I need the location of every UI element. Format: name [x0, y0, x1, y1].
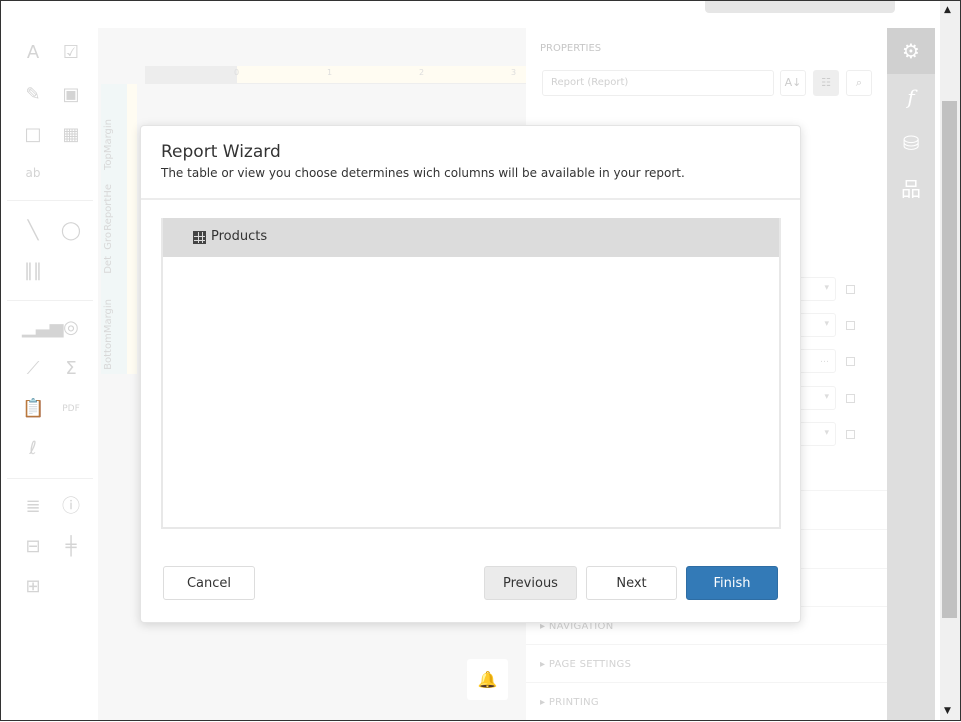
list-item[interactable]: Products: [163, 218, 779, 257]
property-checkbox[interactable]: [846, 357, 855, 366]
ruler-tick: 0: [234, 68, 240, 77]
crossband-box-tool-icon[interactable]: ⊞: [22, 576, 44, 598]
toolbox: A ☑ ✎ ▣ □ ▦ ab ╲ ◯ ‖‖ ▁▃▅ ◎ ⟋ Σ 📋 PDF ℓ …: [1, 28, 98, 720]
picture-tool-icon[interactable]: ▣: [60, 84, 82, 106]
report-wizard-dialog: Report Wizard The table or view you choo…: [140, 125, 801, 623]
report-explorer-icon[interactable]: 品: [887, 166, 935, 212]
chart-tool-icon[interactable]: ▁▃▅: [22, 317, 64, 339]
sort-alpha-icon[interactable]: A↓: [780, 70, 806, 96]
vertical-scrollbar[interactable]: ▲ ▼: [940, 1, 960, 720]
categorized-icon[interactable]: ☷: [813, 70, 839, 96]
sparkline-tool-icon[interactable]: ⟋: [22, 358, 44, 380]
band-labels: TopMargin ReportHe Gro Det BottomMargin: [101, 84, 137, 374]
property-checkbox[interactable]: [846, 430, 855, 439]
pdf-tool-icon[interactable]: PDF: [60, 398, 82, 420]
toolbar-button[interactable]: [705, 1, 895, 13]
cancel-button[interactable]: Cancel: [163, 566, 255, 600]
property-editor[interactable]: …: [796, 349, 836, 373]
dialog-subtitle: The table or view you choose determines …: [161, 166, 685, 180]
checkbox-tool-icon[interactable]: ☑: [60, 42, 82, 64]
property-editor[interactable]: ▾: [796, 386, 836, 410]
summary-tool-icon[interactable]: Σ: [60, 358, 82, 380]
panel-tool-icon[interactable]: □: [22, 124, 44, 146]
table-list[interactable]: Products: [161, 218, 781, 529]
crossband-line-tool-icon[interactable]: ╪: [60, 536, 82, 558]
dialog-title: Report Wizard: [161, 142, 281, 162]
richtext-tool-icon[interactable]: ✎: [22, 84, 44, 106]
character-comb-tool-icon[interactable]: ab: [22, 162, 44, 184]
line-tool-icon[interactable]: ╲: [22, 220, 44, 242]
scroll-down-icon[interactable]: ▼: [944, 706, 951, 716]
property-checkbox[interactable]: [846, 321, 855, 330]
search-icon[interactable]: ⌕: [846, 70, 872, 96]
signature-tool-icon[interactable]: ℓ: [22, 438, 44, 460]
band-detail[interactable]: Det: [103, 256, 114, 274]
band-bottommargin[interactable]: BottomMargin: [103, 299, 114, 370]
gear-icon[interactable]: ⚙: [887, 28, 935, 74]
ruler-tick: 1: [327, 68, 333, 77]
property-editor[interactable]: ▾: [796, 277, 836, 301]
label-tool-icon[interactable]: A: [22, 42, 44, 64]
shape-tool-icon[interactable]: ◯: [60, 220, 82, 242]
database-icon[interactable]: ⛁: [887, 120, 935, 166]
subreport-tool-icon[interactable]: 📋: [22, 398, 44, 420]
toc-tool-icon[interactable]: ≣: [22, 496, 44, 518]
property-editor[interactable]: ▾: [796, 422, 836, 446]
finish-button[interactable]: Finish: [686, 566, 778, 600]
divider: [141, 198, 800, 200]
ruler-tick: 3: [511, 68, 517, 77]
property-checkbox[interactable]: [846, 285, 855, 294]
section-printing[interactable]: ▸ PRINTING: [526, 682, 887, 722]
properties-header: PROPERTIES: [540, 43, 602, 54]
side-tabs: ⚙ f ⛁ 品: [887, 28, 935, 720]
top-toolbar: [1, 1, 935, 28]
previous-button[interactable]: Previous: [484, 566, 577, 600]
barcode-tool-icon[interactable]: ‖‖: [22, 260, 44, 282]
component-selector[interactable]: Report (Report): [542, 70, 774, 96]
scrollbar-thumb[interactable]: [942, 101, 957, 618]
table-tool-icon[interactable]: ▦: [60, 124, 82, 146]
band-groupheader[interactable]: Gro: [103, 232, 114, 250]
section-label: PAGE SETTINGS: [548, 659, 632, 670]
scroll-up-icon[interactable]: ▲: [944, 5, 951, 15]
expressions-icon[interactable]: f: [887, 74, 935, 120]
pagebreak-tool-icon[interactable]: ⊟: [22, 536, 44, 558]
band-topmargin[interactable]: TopMargin: [103, 119, 114, 170]
notification-bell-icon[interactable]: 🔔: [467, 659, 508, 700]
band-reportheader[interactable]: ReportHe: [103, 184, 114, 231]
property-checkbox[interactable]: [846, 394, 855, 403]
pageinfo-tool-icon[interactable]: ⓘ: [60, 496, 82, 518]
next-button[interactable]: Next: [586, 566, 677, 600]
ruler-tick: 2: [419, 68, 425, 77]
gauge-tool-icon[interactable]: ◎: [60, 317, 82, 339]
section-label: PRINTING: [548, 697, 599, 708]
section-page-settings[interactable]: ▸ PAGE SETTINGS: [526, 644, 887, 684]
horizontal-ruler: 0 1 2 3: [145, 66, 526, 84]
table-icon: [193, 231, 206, 244]
property-editor[interactable]: ▾: [796, 313, 836, 337]
list-item-label: Products: [211, 229, 268, 244]
